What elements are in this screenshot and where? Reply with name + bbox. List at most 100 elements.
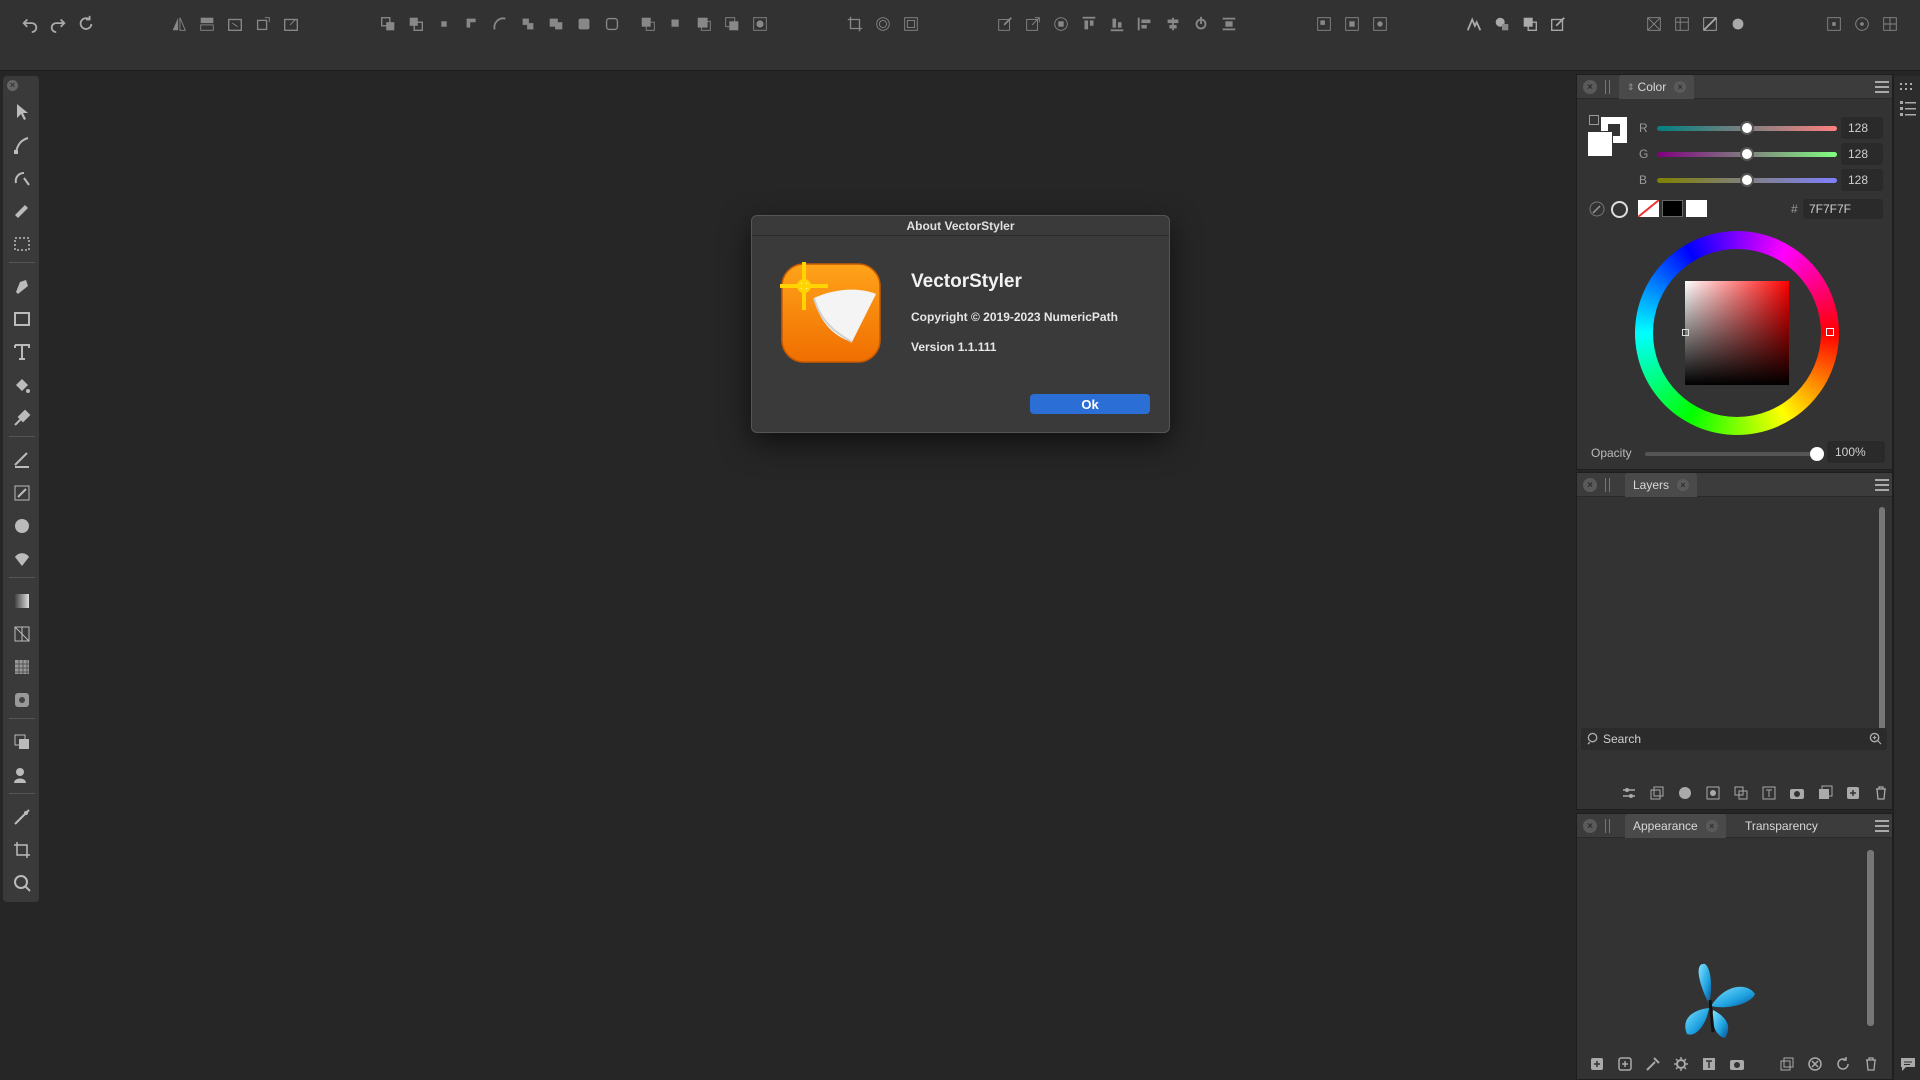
b-slider-track[interactable] [1657,173,1837,187]
align-top-icon[interactable] [1078,13,1100,35]
settings-icon[interactable] [1667,1054,1695,1074]
toolbox-close-icon[interactable]: × [7,80,18,91]
eyedropper-tool-icon[interactable] [11,407,33,429]
rotate-icon[interactable] [252,13,274,35]
shapes-icon[interactable] [1491,13,1513,35]
grid-snap-icon[interactable] [1879,13,1901,35]
appearance-scrollbar[interactable] [1867,850,1874,1026]
b-slider-knob[interactable] [1740,173,1754,187]
brush-icon[interactable] [1463,13,1485,35]
artboard-icon[interactable] [1313,13,1335,35]
symbol-icon[interactable] [1369,13,1391,35]
mask-layer-icon[interactable] [1699,783,1727,803]
spiral-icon[interactable] [872,13,894,35]
r-slider-knob[interactable] [1740,121,1754,135]
r-slider-track[interactable] [1657,121,1837,135]
layers-scrollbar[interactable] [1879,507,1885,733]
edit-icon[interactable] [1547,13,1569,35]
arrange-icon[interactable] [1519,13,1541,35]
marquee-tool-icon[interactable] [11,233,33,255]
delete-layer-icon[interactable] [1867,783,1895,803]
boolean-divide-icon[interactable] [489,13,511,35]
text-tool-icon[interactable] [11,341,33,363]
measure-tool-icon[interactable] [11,806,33,828]
grid-dots-icon[interactable] [1900,82,1916,94]
image-trace-icon[interactable] [11,689,33,711]
blend-layer-icon[interactable] [1671,783,1699,803]
opacity-slider-knob[interactable] [1810,447,1824,461]
fill-tool-icon[interactable] [11,374,33,396]
boolean-subtract-icon[interactable] [405,13,427,35]
add-fill-icon[interactable] [1583,1054,1611,1074]
boolean-intersect-icon[interactable] [433,13,455,35]
tab-color[interactable]: ⇕ Color × [1619,75,1695,99]
export-icon[interactable] [1022,13,1044,35]
panel-grip-icon[interactable] [1605,478,1610,492]
clip-icon[interactable] [693,13,715,35]
blend-tool-icon[interactable] [11,548,33,570]
tab-appearance[interactable]: Appearance × [1625,814,1726,838]
align-bottom-icon[interactable] [1106,13,1128,35]
align-center-icon[interactable] [1162,13,1184,35]
spacing-icon[interactable] [1218,13,1240,35]
zoom-tool-icon[interactable] [11,872,33,894]
knife-tool-icon[interactable] [11,200,33,222]
crop-tool-icon[interactable] [11,839,33,861]
page-icon[interactable] [1341,13,1363,35]
distribute-icon[interactable] [1190,13,1212,35]
node-select-icon[interactable] [11,134,33,156]
saturation-value-square[interactable] [1682,281,1789,385]
select-arrow-icon[interactable] [11,101,33,123]
circle-swatch[interactable] [1611,201,1628,218]
chat-icon[interactable] [1900,1056,1916,1072]
text-layer-icon[interactable] [1755,783,1783,803]
layer-options-icon[interactable] [1615,783,1643,803]
snap-icon[interactable] [1823,13,1845,35]
layers-tool-icon[interactable] [11,731,33,753]
b-value-field[interactable]: 128 [1841,169,1883,191]
new-layer-icon[interactable] [1811,783,1839,803]
boolean-union-icon[interactable] [377,13,399,35]
tab-close-icon[interactable]: × [1677,479,1690,491]
pencil-tool-icon[interactable] [11,482,33,504]
black-swatch[interactable] [1662,200,1683,217]
panel-close-icon[interactable]: × [1583,478,1597,492]
smooth-tool-icon[interactable] [11,167,33,189]
record-icon[interactable] [1727,13,1749,35]
reset-appearance-icon[interactable] [1829,1054,1857,1074]
panel-menu-icon[interactable] [1875,820,1889,832]
snapshot-icon[interactable] [1723,1054,1751,1074]
zoom-icon[interactable] [1869,732,1882,745]
g-slider-knob[interactable] [1740,147,1754,161]
tab-close-icon[interactable]: × [1705,820,1718,832]
guides-icon[interactable] [1851,13,1873,35]
add-sublayer-icon[interactable] [1839,783,1867,803]
panel-close-icon[interactable]: × [1583,80,1597,94]
fill-stroke-swatch[interactable] [1585,115,1633,163]
view-mode-icon[interactable] [1699,13,1721,35]
user-tool-icon[interactable] [11,764,33,786]
panel-grip-icon[interactable] [1605,80,1610,94]
text-style-icon[interactable] [1695,1054,1723,1074]
shape-builder-icon[interactable] [11,515,33,537]
scale-icon[interactable] [280,13,302,35]
panel-grip-icon[interactable] [1605,819,1610,833]
fill-swatch[interactable] [1587,131,1613,157]
tab-close-icon[interactable]: × [1674,81,1687,93]
panel-menu-icon[interactable] [1875,81,1889,93]
hex-input[interactable]: 7F7F7F [1803,199,1883,219]
add-stroke-icon[interactable] [1611,1054,1639,1074]
crop-icon[interactable] [844,13,866,35]
view-pixel-icon[interactable] [1671,13,1693,35]
target-icon[interactable] [1050,13,1072,35]
flip-vertical-icon[interactable] [196,13,218,35]
compound-icon[interactable] [749,13,771,35]
delete-item-icon[interactable] [1857,1054,1885,1074]
none-swatch[interactable] [1638,200,1659,217]
edit-path-icon[interactable] [994,13,1016,35]
r-value-field[interactable]: 128 [1841,117,1883,139]
swap-colors-icon[interactable] [1589,115,1599,125]
gradient-tool-icon[interactable] [11,590,33,612]
duplicate-layer-icon[interactable] [1643,783,1671,803]
boolean-crop-icon[interactable] [573,13,595,35]
